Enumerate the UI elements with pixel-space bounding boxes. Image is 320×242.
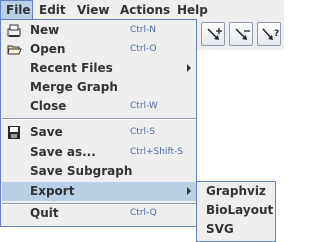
new-file-icon [7, 24, 21, 37]
remove-edge-icon [235, 28, 250, 40]
submenu-item-graphviz[interactable]: Graphviz [198, 182, 274, 201]
menu-edit[interactable]: Edit [34, 0, 71, 20]
save-disk-icon [8, 126, 20, 139]
menu-item-label: Save as... [30, 145, 96, 159]
menu-item-save-as[interactable]: Save as... Ctrl+Shift-S [2, 143, 196, 162]
menu-item-accelerator: Ctrl-S [130, 127, 155, 137]
menu-item-close[interactable]: Close Ctrl-W [2, 97, 196, 116]
menu-item-label: Save Subgraph [30, 164, 133, 178]
menu-item-label: Merge Graph [30, 80, 118, 94]
open-folder-icon [7, 45, 22, 55]
menu-item-label: New [30, 23, 60, 37]
menu-item-export[interactable]: Export [2, 182, 196, 201]
menu-item-label: Quit [30, 206, 59, 220]
menu-item-accelerator: Ctrl-Q [130, 208, 157, 218]
menu-item-label: Export [30, 184, 75, 198]
file-menu-popup: New Ctrl-N Open Ctrl-O Recent Files Merg… [0, 19, 197, 227]
menu-item-label: Recent Files [30, 61, 113, 75]
menu-item-accelerator: Ctrl+Shift-S [130, 147, 183, 157]
menu-item-save-subgraph[interactable]: Save Subgraph [2, 162, 196, 181]
menu-item-accelerator: Ctrl-N [130, 25, 156, 35]
menu-bar: File Edit View Actions Help [0, 0, 284, 20]
menu-item-new[interactable]: New Ctrl-N [2, 21, 196, 40]
add-edge-button[interactable] [201, 22, 225, 46]
menu-item-save[interactable]: Save Ctrl-S [2, 123, 196, 142]
submenu-arrow-icon [187, 187, 191, 195]
menu-item-open[interactable]: Open Ctrl-O [2, 40, 196, 59]
menu-item-label: Open [30, 42, 66, 56]
remove-edge-button[interactable] [229, 22, 253, 46]
query-edge-icon: ? [262, 28, 279, 40]
submenu-item-svg[interactable]: SVG [198, 220, 274, 239]
add-edge-icon [207, 28, 222, 40]
menu-help[interactable]: Help [172, 0, 213, 20]
submenu-item-biolayout[interactable]: BioLayout [198, 201, 274, 220]
submenu-arrow-icon [187, 64, 191, 72]
menu-item-merge-graph[interactable]: Merge Graph [2, 78, 196, 97]
menu-item-recent-files[interactable]: Recent Files [2, 59, 196, 78]
menu-item-accelerator: Ctrl-W [130, 101, 158, 111]
menu-file[interactable]: File [0, 0, 33, 20]
menu-view[interactable]: View [72, 0, 114, 20]
svg-text:?: ? [274, 29, 279, 39]
menu-item-label: Save [30, 125, 63, 139]
menu-item-accelerator: Ctrl-O [130, 44, 157, 54]
menu-separator [2, 118, 196, 120]
query-edge-button[interactable]: ? [257, 22, 281, 46]
menu-item-quit[interactable]: Quit Ctrl-Q [2, 204, 196, 223]
export-submenu: Graphviz BioLayout SVG [196, 181, 276, 242]
menu-actions[interactable]: Actions [115, 0, 175, 20]
menu-item-label: Close [30, 99, 67, 113]
